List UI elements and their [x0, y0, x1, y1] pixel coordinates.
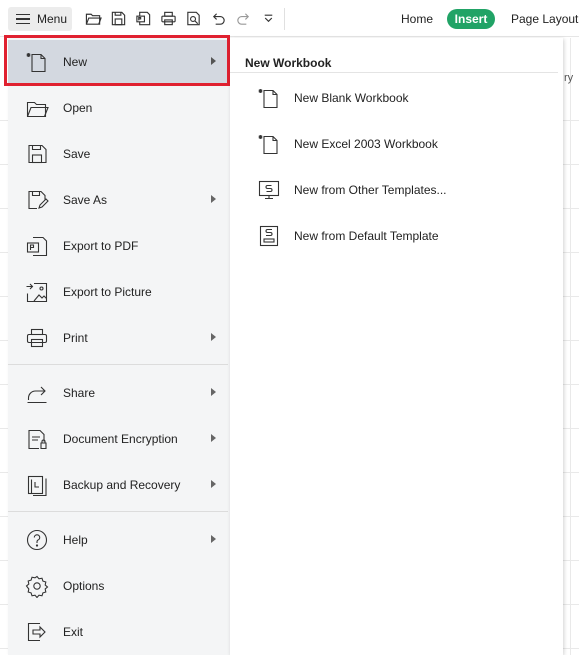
open-folder-icon[interactable]	[84, 8, 103, 28]
new-file-icon	[257, 132, 281, 156]
print-icon	[25, 326, 49, 350]
menu-item-label: New	[63, 55, 88, 69]
menu-item-open[interactable]: Open	[8, 86, 228, 130]
submenu-arrow-icon	[211, 195, 216, 203]
gear-icon	[25, 574, 49, 599]
menu-item-label: Save As	[63, 193, 108, 207]
submenu-item-label: New from Default Template	[294, 229, 439, 243]
new-from-default-template-item[interactable]: New from Default Template	[230, 214, 558, 258]
menu-button-label: Menu	[37, 12, 68, 26]
undo-icon[interactable]	[209, 8, 228, 28]
submenu-item-label: New from Other Templates...	[294, 183, 447, 197]
open-folder-icon	[25, 96, 49, 120]
menu-item-label: Print	[63, 331, 88, 345]
menu-item-label: Options	[63, 579, 105, 593]
save-icon[interactable]	[109, 8, 128, 28]
menu-item-export-pdf[interactable]: Export to PDF	[8, 224, 228, 268]
new-file-icon	[257, 86, 281, 110]
submenu-item-label: New Blank Workbook	[294, 91, 409, 105]
save-as-icon	[25, 188, 49, 212]
help-icon	[25, 528, 49, 552]
menu-item-label: Save	[63, 147, 91, 161]
submenu-arrow-icon	[211, 535, 216, 543]
menu-item-label: Exit	[63, 625, 84, 639]
submenu-arrow-icon	[211, 434, 216, 442]
document-encryption-icon	[25, 427, 49, 451]
menu-item-label: Open	[63, 101, 93, 115]
customize-chevron-icon[interactable]	[259, 8, 278, 28]
export-pdf-icon	[25, 234, 49, 258]
print-icon[interactable]	[159, 8, 178, 28]
submenu-item-label: New Excel 2003 Workbook	[294, 137, 438, 151]
exit-icon	[25, 620, 49, 644]
submenu-arrow-icon	[211, 333, 216, 341]
new-from-other-templates-item[interactable]: New from Other Templates...	[230, 168, 558, 212]
menu-item-label: Export to Picture	[63, 285, 152, 299]
menu-divider	[8, 511, 228, 512]
new-excel-2003-workbook-item[interactable]: New Excel 2003 Workbook	[230, 122, 558, 166]
quick-access-toolbar: Menu Home Insert Page Layout	[0, 0, 579, 37]
menu-divider	[8, 364, 228, 365]
new-workbook-submenu: New Workbook New Blank Workbook New Exce…	[230, 38, 563, 655]
template-icon	[257, 178, 281, 202]
export-pdf-icon[interactable]	[134, 8, 153, 28]
menu-item-label: Backup and Recovery	[63, 478, 181, 492]
menu-item-export-picture[interactable]: Export to Picture	[8, 270, 228, 314]
menu-item-label: Document Encryption	[63, 432, 178, 446]
menu-item-options[interactable]: Options	[8, 564, 228, 608]
submenu-arrow-icon	[211, 480, 216, 488]
new-file-icon	[25, 50, 49, 74]
background-partial-text: ry	[564, 72, 574, 84]
menu-item-label: Help	[63, 533, 88, 547]
redo-icon[interactable]	[234, 8, 253, 28]
submenu-divider	[230, 72, 558, 73]
menu-item-print[interactable]: Print	[8, 316, 228, 360]
menu-button[interactable]: Menu	[8, 7, 72, 31]
toolbar-divider	[284, 8, 285, 30]
save-icon	[25, 142, 49, 166]
default-template-icon	[257, 224, 281, 248]
menu-item-document-encryption[interactable]: Document Encryption	[8, 417, 228, 461]
menu-item-save-as[interactable]: Save As	[8, 178, 228, 222]
menu-item-save[interactable]: Save	[8, 132, 228, 176]
menu-item-backup-recovery[interactable]: Backup and Recovery	[8, 463, 228, 507]
hamburger-icon	[16, 14, 30, 24]
submenu-title: New Workbook	[245, 56, 332, 70]
submenu-arrow-icon	[211, 57, 216, 65]
share-icon	[25, 381, 49, 405]
menu-item-exit[interactable]: Exit	[8, 610, 228, 654]
menu-item-share[interactable]: Share	[8, 371, 228, 415]
tab-home[interactable]: Home	[401, 9, 433, 29]
tab-insert[interactable]: Insert	[447, 9, 495, 29]
tab-page-layout[interactable]: Page Layout	[511, 9, 578, 29]
menu-item-label: Export to PDF	[63, 239, 139, 253]
backup-icon	[25, 473, 49, 497]
file-menu-panel: New Open Save Save As Export to PDF Expo…	[8, 38, 230, 655]
export-picture-icon	[25, 280, 49, 304]
new-blank-workbook-item[interactable]: New Blank Workbook	[230, 76, 558, 120]
menu-item-new[interactable]: New	[8, 40, 228, 84]
submenu-arrow-icon	[211, 388, 216, 396]
print-preview-icon[interactable]	[184, 8, 203, 28]
menu-item-help[interactable]: Help	[8, 518, 228, 562]
menu-item-label: Share	[63, 386, 96, 400]
